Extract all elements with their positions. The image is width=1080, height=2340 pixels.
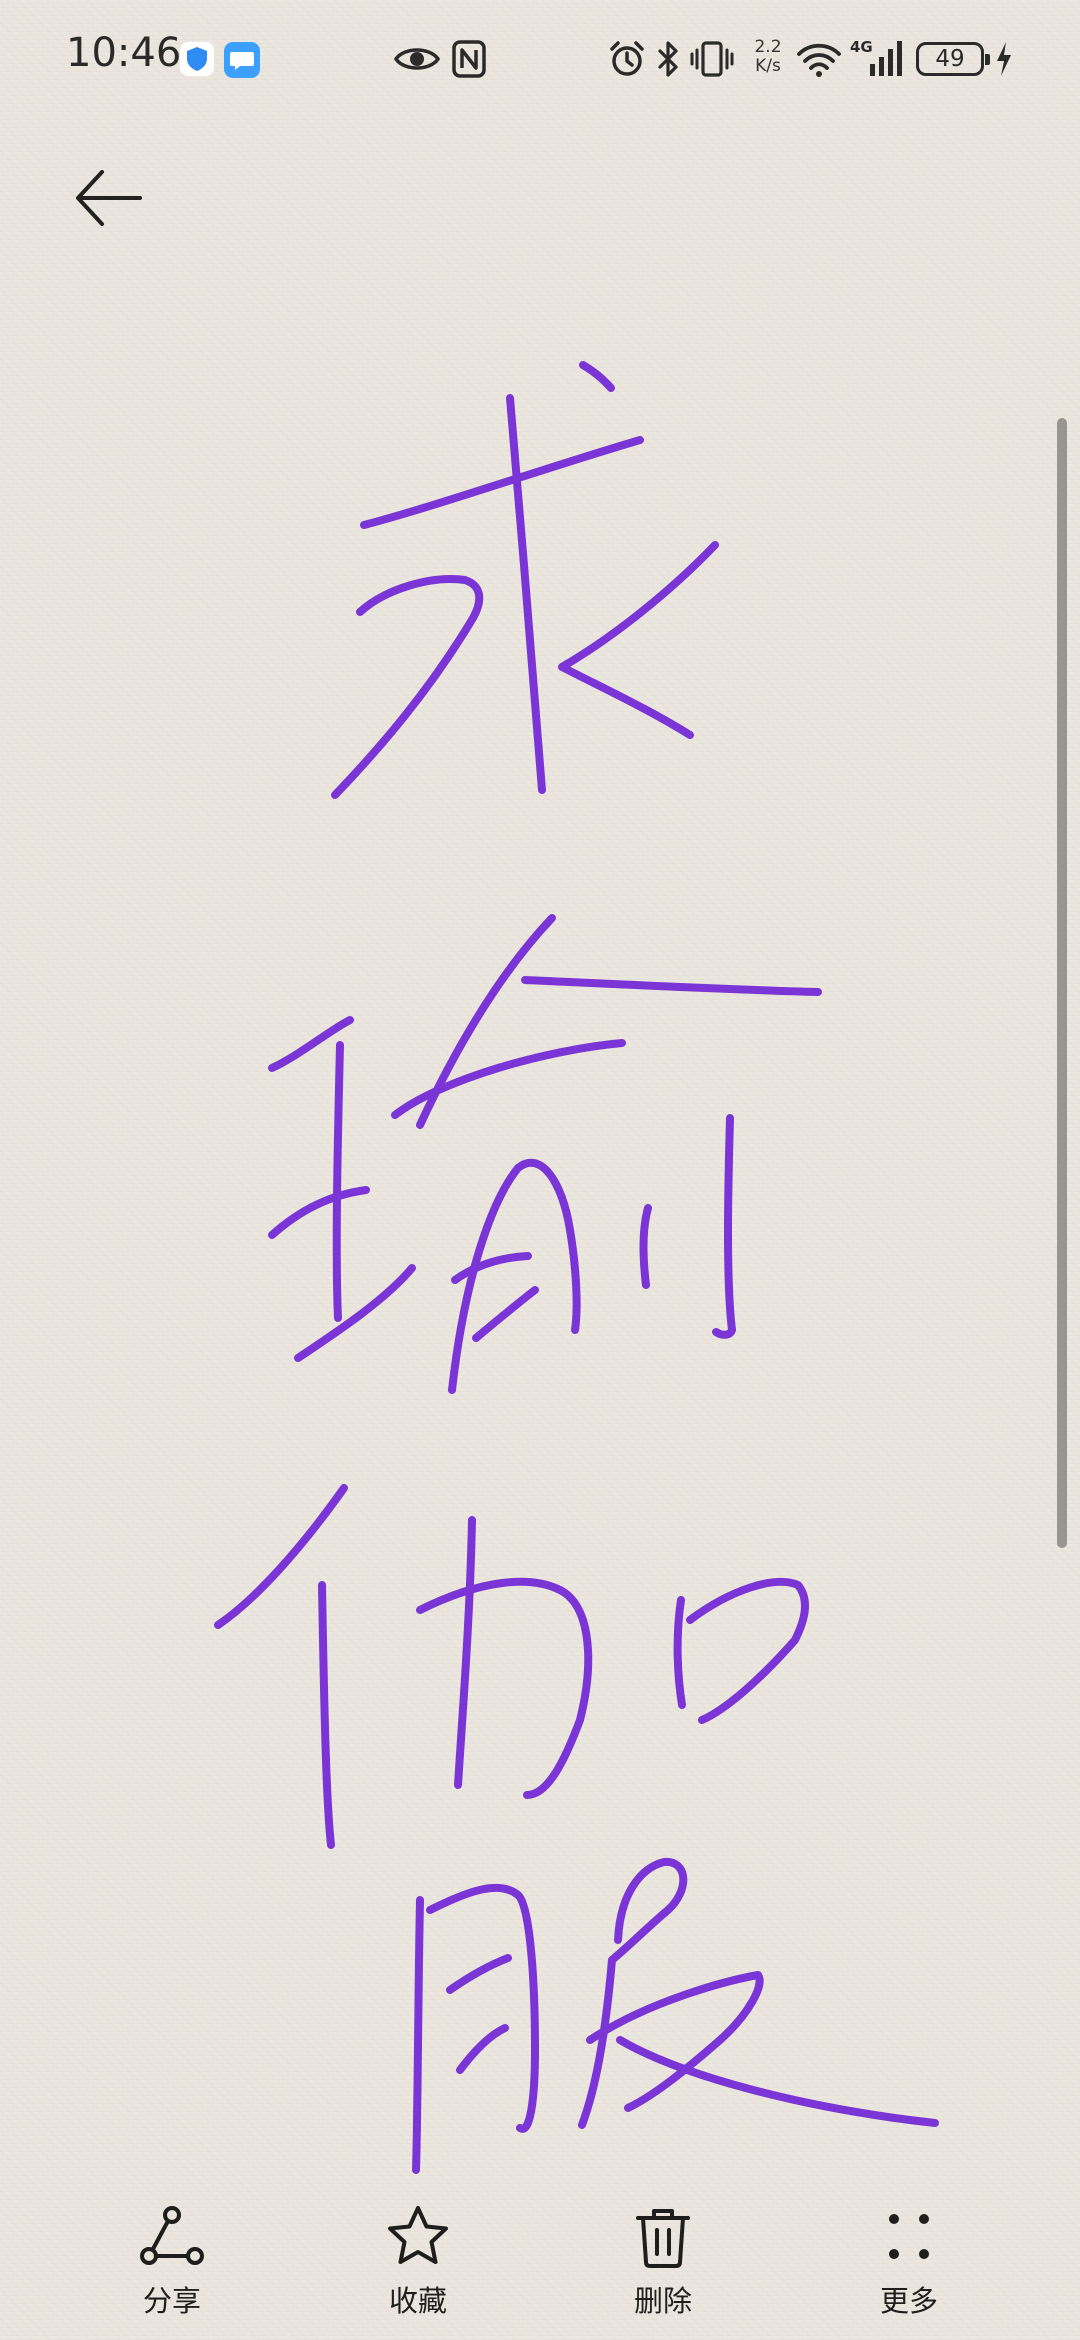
scrollbar[interactable] <box>1057 418 1067 1548</box>
share-label: 分享 <box>142 2284 201 2318</box>
more-icon <box>889 2214 929 2259</box>
handwritten-character-yu <box>268 914 822 1394</box>
share-button[interactable]: 分享 <box>87 2180 257 2330</box>
delete-label: 删除 <box>633 2284 692 2318</box>
more-label: 更多 <box>879 2284 938 2318</box>
handwritten-character-jia <box>214 1484 809 1849</box>
favorite-button[interactable]: 收藏 <box>333 2180 503 2330</box>
handwritten-character-qiu <box>331 361 719 799</box>
favorite-label: 收藏 <box>388 2284 447 2318</box>
handwritten-character-fu <box>412 1857 939 2174</box>
share-icon <box>140 2206 204 2265</box>
handwriting-canvas[interactable] <box>0 0 1080 2340</box>
more-button[interactable]: 更多 <box>824 2180 994 2330</box>
trash-icon <box>636 2209 690 2268</box>
bottom-toolbar: 分享 收藏 删除 更多 <box>0 2180 1080 2340</box>
delete-button[interactable]: 删除 <box>578 2180 748 2330</box>
star-icon <box>388 2206 448 2264</box>
